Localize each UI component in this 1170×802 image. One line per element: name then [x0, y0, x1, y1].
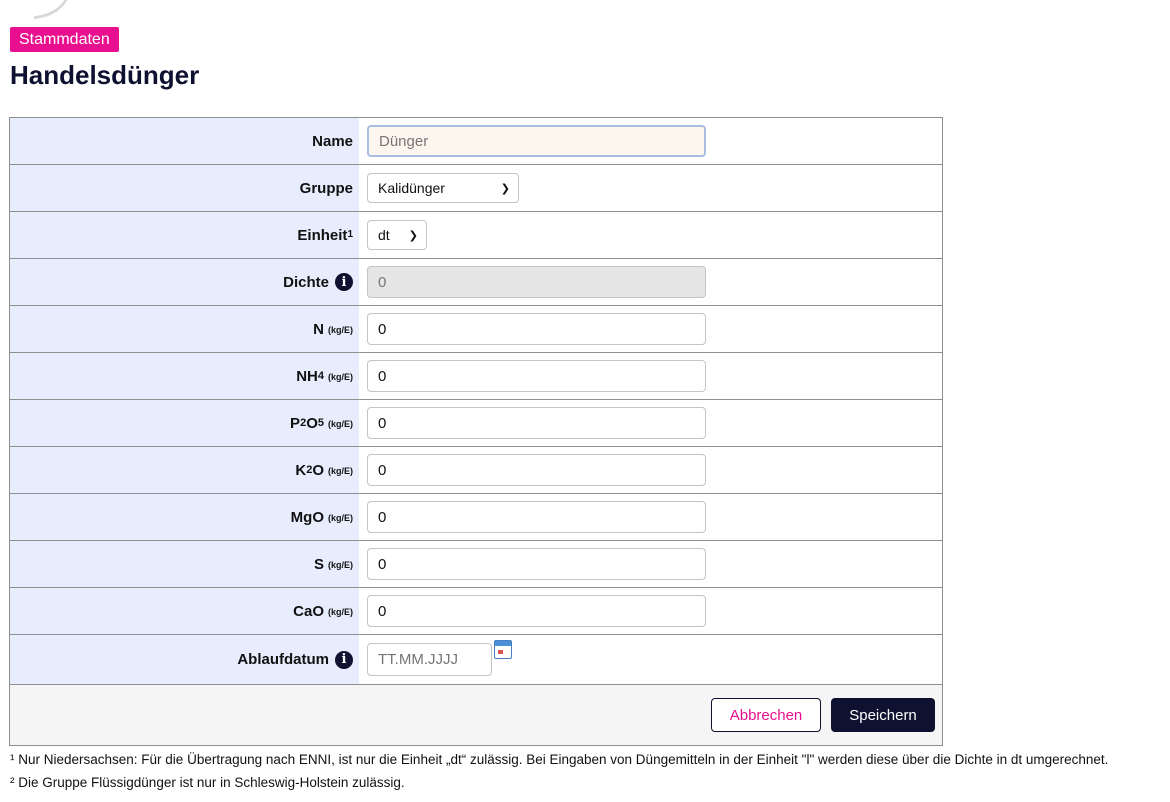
p2o5-label: P 2 O 5 (kg/E)	[10, 400, 359, 446]
ablaufdatum-input[interactable]	[367, 643, 492, 676]
calendar-icon[interactable]	[494, 640, 512, 659]
section-badge: Stammdaten	[10, 27, 119, 52]
row-n: N (kg/E)	[10, 306, 942, 353]
footnote-2: ² Die Gruppe Flüssigdünger ist nur in Sc…	[10, 775, 405, 790]
row-p2o5: P 2 O 5 (kg/E)	[10, 400, 942, 447]
einheit-select[interactable]: dt ❯	[367, 220, 427, 250]
nh4-input[interactable]	[367, 360, 706, 392]
form-footer: Abbrechen Speichern	[10, 685, 942, 745]
einheit-label: Einheit 1	[10, 212, 359, 258]
page-title: Handelsdünger	[10, 60, 200, 90]
footnote-1: ¹ Nur Niedersachsen: Für die Übertragung…	[10, 752, 1109, 767]
n-input[interactable]	[367, 313, 706, 345]
dichte-input	[367, 266, 706, 298]
k2o-input[interactable]	[367, 454, 706, 486]
nh4-label: NH 4 (kg/E)	[10, 353, 359, 399]
gruppe-select[interactable]: Kalidünger ❯	[367, 173, 519, 203]
ablaufdatum-label: Ablaufdatum i	[10, 635, 359, 684]
row-cao: CaO (kg/E)	[10, 588, 942, 635]
cancel-button[interactable]: Abbrechen	[711, 698, 821, 732]
row-gruppe: Gruppe Kalidünger ❯	[10, 165, 942, 212]
fertilizer-form: Name Gruppe Kalidünger ❯ Einheit1 dt ❯ D…	[9, 117, 943, 746]
row-mgo: MgO (kg/E)	[10, 494, 942, 541]
s-label: S (kg/E)	[10, 541, 359, 587]
info-icon[interactable]: i	[335, 273, 353, 291]
chevron-down-icon: ❯	[500, 182, 510, 195]
row-s: S (kg/E)	[10, 541, 942, 588]
row-ablaufdatum: Ablaufdatum i	[10, 635, 942, 685]
row-dichte: Dichte i	[10, 259, 942, 306]
cao-input[interactable]	[367, 595, 706, 627]
row-k2o: K 2 O (kg/E)	[10, 447, 942, 494]
row-einheit: Einheit 1 dt ❯	[10, 212, 942, 259]
chevron-down-icon: ❯	[408, 229, 418, 242]
dichte-label: Dichte i	[10, 259, 359, 305]
row-name: Name	[10, 118, 942, 165]
k2o-label: K 2 O (kg/E)	[10, 447, 359, 493]
decorative-shape	[26, 0, 80, 20]
mgo-input[interactable]	[367, 501, 706, 533]
p2o5-input[interactable]	[367, 407, 706, 439]
mgo-label: MgO (kg/E)	[10, 494, 359, 540]
save-button[interactable]: Speichern	[831, 698, 935, 732]
s-input[interactable]	[367, 548, 706, 580]
cao-label: CaO (kg/E)	[10, 588, 359, 634]
name-label: Name	[10, 118, 359, 164]
n-label: N (kg/E)	[10, 306, 359, 352]
gruppe-label: Gruppe	[10, 165, 359, 211]
info-icon[interactable]: i	[335, 650, 353, 669]
row-nh4: NH 4 (kg/E)	[10, 353, 942, 400]
name-input[interactable]	[367, 125, 706, 157]
